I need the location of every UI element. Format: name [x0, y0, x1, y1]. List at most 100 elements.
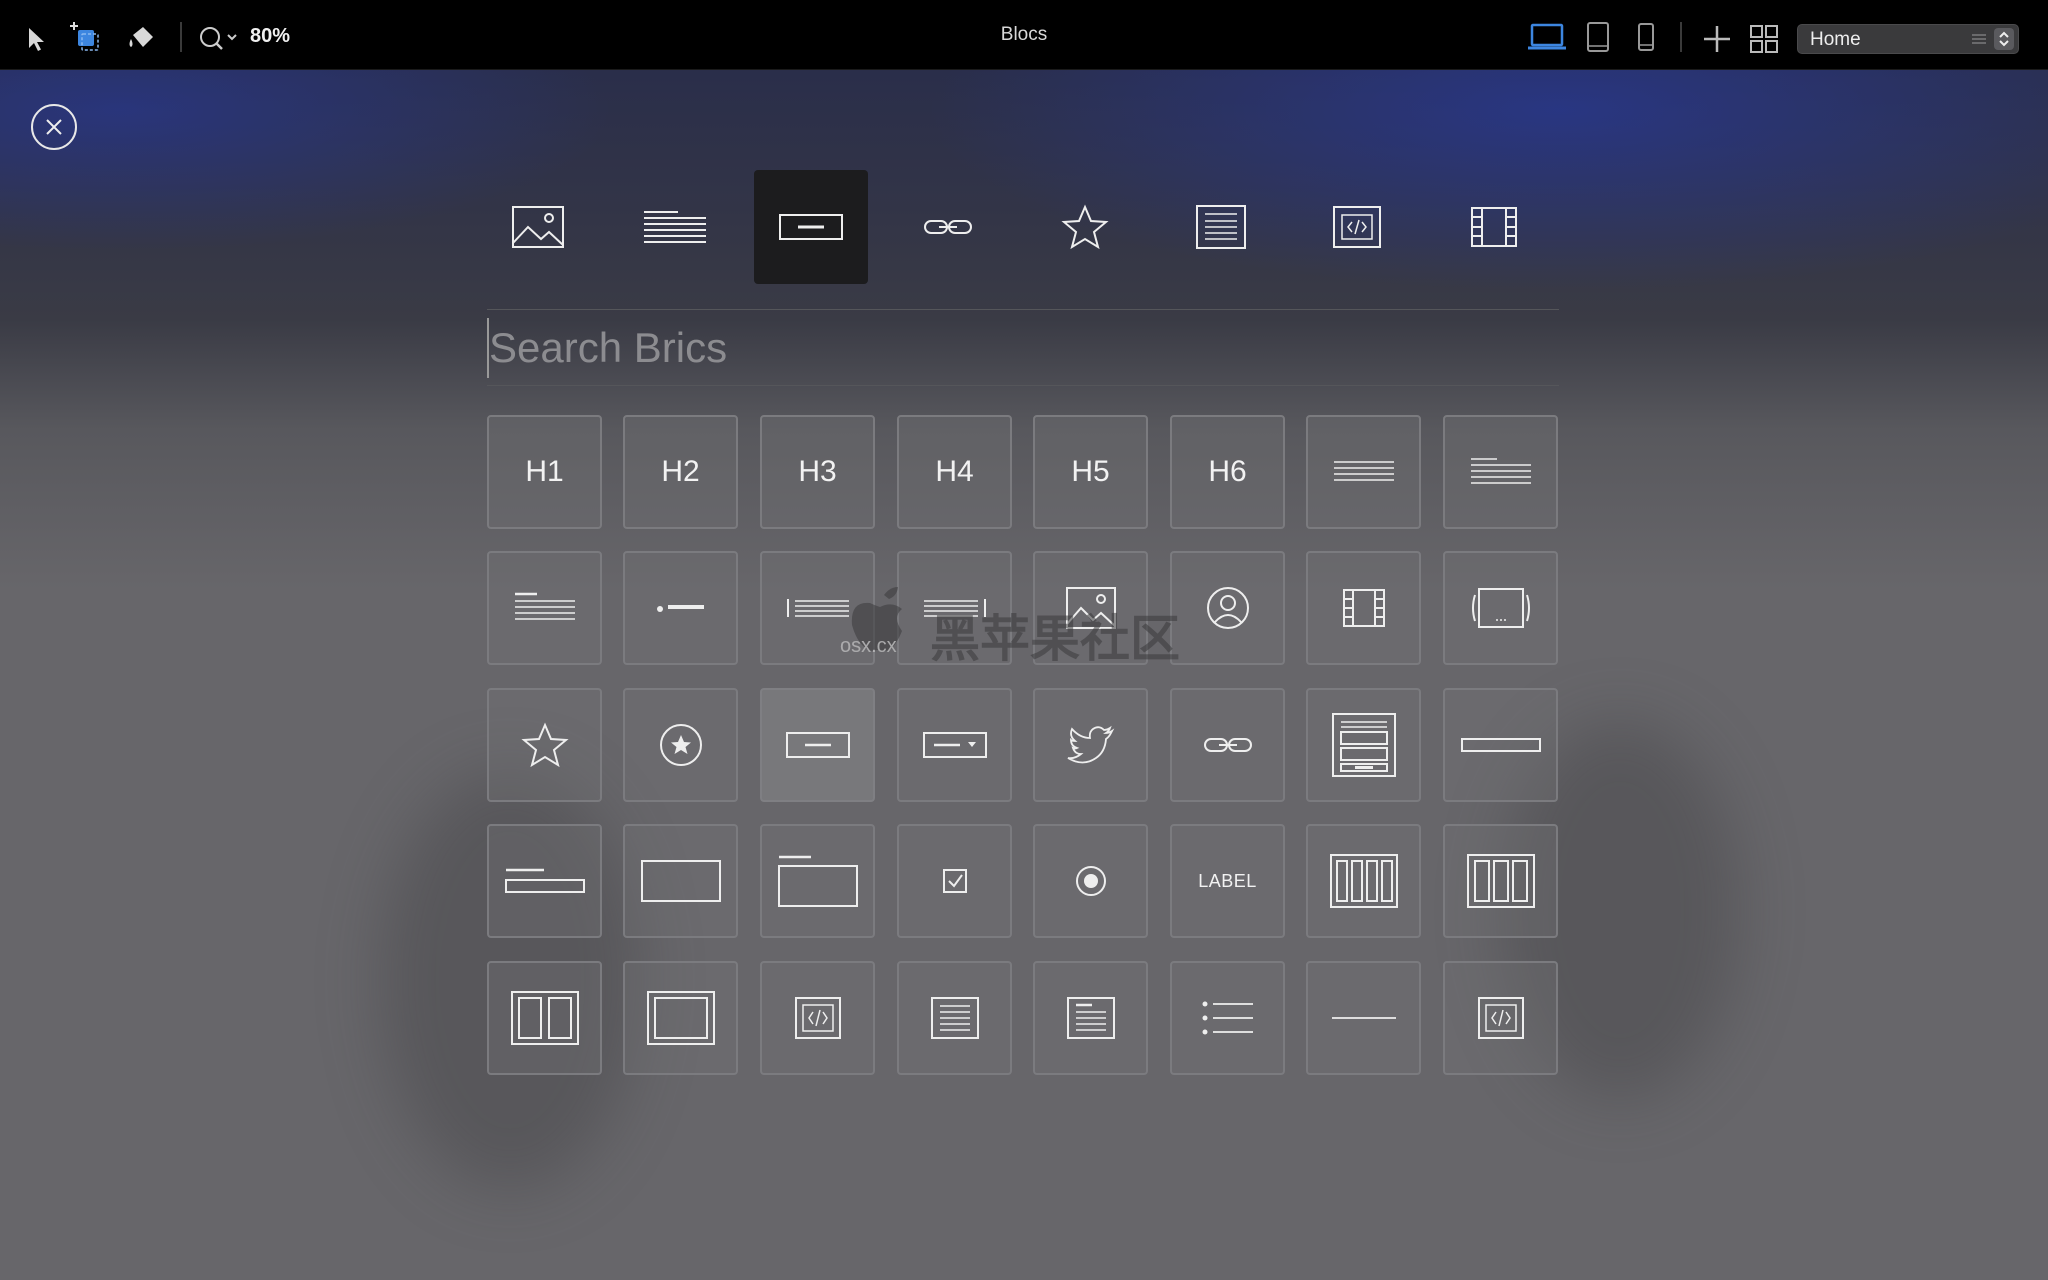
brick-label: H3: [798, 455, 837, 488]
brick-columns-three[interactable]: [1443, 824, 1558, 938]
star-icon: [1061, 204, 1109, 250]
search-top-rule: [487, 309, 1559, 310]
brick-dropdown-button[interactable]: [897, 688, 1012, 802]
brick-textarea[interactable]: [623, 824, 738, 938]
brick-list[interactable]: [1170, 961, 1285, 1075]
brick-checkbox[interactable]: [897, 824, 1012, 938]
film-icon: [1342, 589, 1385, 627]
four-columns-icon: [1329, 854, 1398, 908]
brick-divider[interactable]: [1306, 961, 1421, 1075]
textarea-icon: [640, 860, 721, 902]
checkbox-icon: [942, 869, 967, 893]
brick-code-widget[interactable]: [760, 961, 875, 1075]
add-icon[interactable]: [1702, 24, 1732, 54]
brick-carousel[interactable]: [1443, 551, 1558, 665]
brick-h6[interactable]: H6: [1170, 415, 1285, 529]
brick-h2[interactable]: H2: [623, 415, 738, 529]
pointer-tool-icon[interactable]: [22, 24, 52, 54]
brick-labeled-input[interactable]: [487, 824, 602, 938]
paragraph-icon: [1333, 461, 1394, 481]
tablet-view-icon[interactable]: [1582, 20, 1614, 54]
page-settings-icon: [1970, 31, 1988, 47]
paint-bucket-tool-icon[interactable]: [124, 22, 158, 54]
lead-paragraph-icon: [1470, 458, 1531, 484]
category-button-tab[interactable]: [754, 170, 868, 284]
close-button[interactable]: [31, 104, 77, 150]
page-select[interactable]: Home: [1797, 24, 2019, 54]
brick-text-block[interactable]: [487, 551, 602, 665]
brick-icon-text[interactable]: [623, 551, 738, 665]
close-icon: [46, 119, 62, 135]
brick-h5[interactable]: H5: [1033, 415, 1148, 529]
brick-label[interactable]: LABEL: [1170, 824, 1285, 938]
brick-article[interactable]: [1033, 961, 1148, 1075]
divider-icon: [1331, 1017, 1396, 1019]
brick-video[interactable]: [1306, 551, 1421, 665]
toolbar: 80% Blocs Home: [0, 0, 2048, 70]
brick-document[interactable]: [897, 961, 1012, 1075]
brick-label: H6: [1208, 455, 1247, 488]
category-code-tab[interactable]: [1300, 170, 1414, 284]
code-icon: [1333, 206, 1381, 248]
icon-text-icon: [656, 605, 704, 612]
brick-paragraph[interactable]: [1306, 415, 1421, 529]
category-media-tab[interactable]: [1437, 170, 1551, 284]
brick-form[interactable]: [1306, 688, 1421, 802]
brick-columns-four[interactable]: [1306, 824, 1421, 938]
brick-h4[interactable]: H4: [897, 415, 1012, 529]
stepper-icon[interactable]: [1994, 28, 2014, 50]
brick-columns-two[interactable]: [487, 961, 602, 1075]
two-columns-icon: [510, 991, 579, 1045]
brick-h3[interactable]: H3: [760, 415, 875, 529]
brick-radio[interactable]: [1033, 824, 1148, 938]
category-image-tab[interactable]: [481, 170, 595, 284]
star-circle-icon: [659, 724, 702, 766]
brick-custom-code[interactable]: [1443, 961, 1558, 1075]
category-form-tab[interactable]: [1164, 170, 1278, 284]
twitter-icon: [1067, 725, 1114, 764]
grid-view-icon[interactable]: [1748, 23, 1780, 55]
brick-link[interactable]: [1170, 688, 1285, 802]
radio-icon: [1075, 866, 1106, 896]
brick-input-field[interactable]: [1443, 688, 1558, 802]
brick-paragraph-lead[interactable]: [1443, 415, 1558, 529]
brics-grid: H1 H2 H3 H4 H5 H6 LABEL: [487, 415, 1559, 1075]
labeled-input-icon: [504, 868, 585, 893]
brick-label: H5: [1071, 455, 1110, 488]
desktop-view-icon[interactable]: [1526, 22, 1568, 54]
brick-label: H2: [661, 455, 700, 488]
watermark-url: osx.cx: [840, 635, 897, 657]
text-block-icon: [514, 592, 575, 620]
brick-label: H1: [525, 455, 564, 488]
brick-labeled-textarea[interactable]: [760, 824, 875, 938]
brick-container[interactable]: [623, 961, 738, 1075]
brick-icon[interactable]: [487, 688, 602, 802]
zoom-level[interactable]: 80%: [250, 25, 290, 48]
text-paragraph-icon: [644, 211, 706, 243]
brick-label: H4: [935, 455, 974, 488]
category-icon-tab[interactable]: [1028, 170, 1142, 284]
brick-label-text: LABEL: [1198, 870, 1257, 891]
phone-view-icon[interactable]: [1632, 20, 1660, 54]
film-icon: [1471, 207, 1517, 247]
watermark: 黑苹果社区 osx.cx: [830, 585, 1190, 685]
category-text-tab[interactable]: [618, 170, 732, 284]
brick-round-icon[interactable]: [623, 688, 738, 802]
button-icon: [779, 214, 843, 240]
link-icon: [924, 220, 972, 234]
brick-twitter[interactable]: [1033, 688, 1148, 802]
document-icon: [930, 997, 979, 1039]
button-icon: [785, 732, 850, 758]
brick-button[interactable]: [760, 688, 875, 802]
add-bloc-tool-icon[interactable]: [68, 20, 104, 54]
document-icon: [1196, 205, 1246, 249]
three-columns-icon: [1466, 854, 1535, 908]
search-input[interactable]: [487, 318, 1559, 378]
dropdown-button-icon: [922, 732, 987, 758]
article-icon: [1066, 997, 1115, 1039]
star-icon: [520, 722, 569, 768]
brick-h1[interactable]: H1: [487, 415, 602, 529]
zoom-menu-icon[interactable]: [197, 24, 241, 54]
container-icon: [646, 991, 715, 1045]
category-link-tab[interactable]: [891, 170, 1005, 284]
